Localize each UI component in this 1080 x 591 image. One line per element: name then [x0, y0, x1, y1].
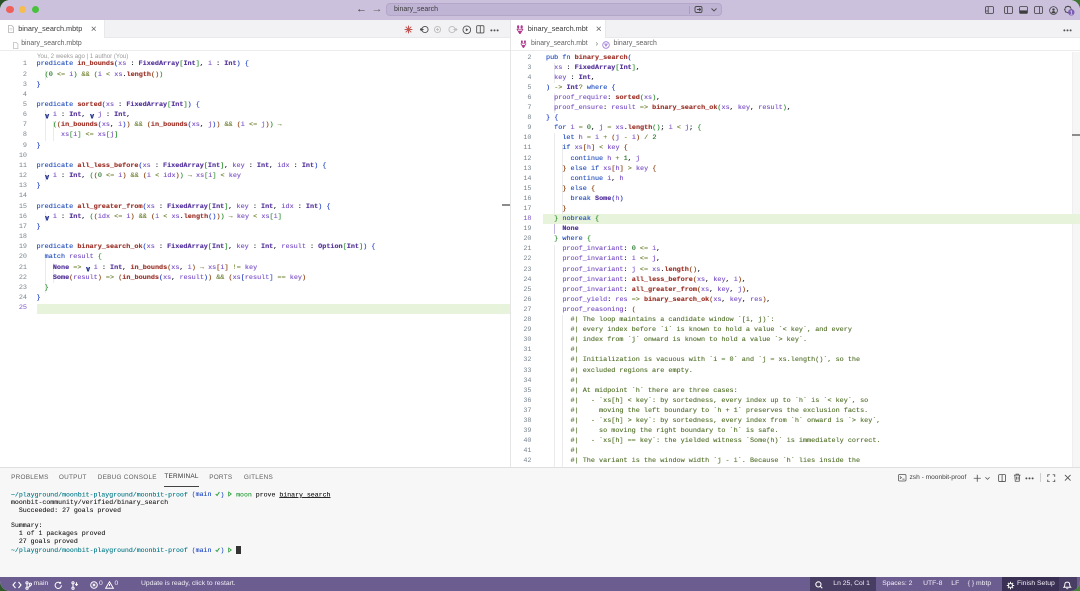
svg-text:1: 1 [1070, 10, 1073, 16]
